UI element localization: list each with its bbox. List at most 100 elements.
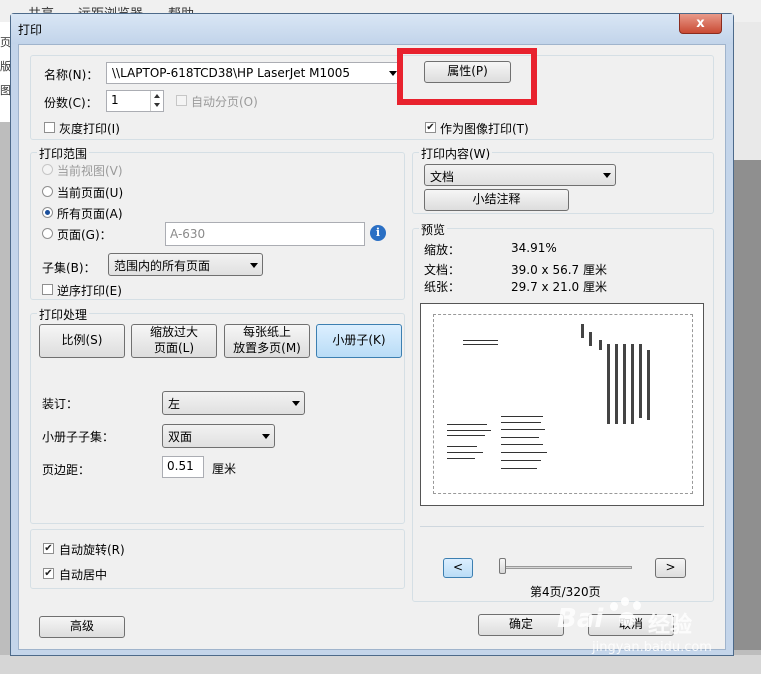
margin-unit: 厘米 — [212, 462, 237, 476]
info-icon[interactable]: i — [370, 225, 386, 241]
print-range-title: 打印范围 — [37, 145, 90, 162]
shrink-button-line1: 缩放过大 — [149, 325, 198, 340]
preview-vertical-text — [639, 344, 642, 418]
printer-select-value: \\LAPTOP-618TCD38\HP LaserJet M1005 — [112, 66, 351, 80]
print-content-select[interactable]: 文档 — [424, 164, 616, 186]
close-button[interactable]: x — [679, 14, 722, 34]
preview-text-line — [501, 468, 537, 469]
collate-checkbox[interactable] — [176, 95, 187, 106]
binding-select[interactable]: 左 — [162, 391, 305, 415]
auto-rotate-checkbox[interactable]: ✔ — [43, 543, 54, 554]
document-size-value: 39.0 x 56.7 厘米 — [511, 263, 607, 277]
background-right-pane — [734, 22, 761, 162]
auto-center-label: 自动居中 — [59, 568, 108, 582]
preview-text-line — [501, 460, 541, 461]
chevron-up-icon[interactable] — [154, 94, 160, 98]
preview-vertical-text — [615, 344, 618, 424]
preview-text-line — [447, 424, 487, 425]
ok-button[interactable]: 确定 — [478, 614, 564, 636]
print-handling-title: 打印处理 — [37, 306, 90, 323]
auto-rotate-label: 自动旋转(R) — [59, 543, 125, 557]
shrink-oversized-button[interactable]: 缩放过大 页面(L) — [131, 324, 217, 358]
all-pages-radio[interactable] — [42, 207, 53, 218]
preview-text-line — [447, 430, 491, 431]
reverse-label: 逆序打印(E) — [57, 284, 122, 298]
preview-divider — [420, 526, 704, 527]
copies-stepper[interactable] — [150, 91, 164, 111]
summarize-comments-button[interactable]: 小结注释 — [424, 189, 569, 211]
pages-label: 页面(G)： — [57, 228, 112, 242]
print-dialog: 打印 x 名称(N)： \\LAPTOP-618TCD38\HP LaserJe… — [10, 13, 734, 656]
preview-title: 预览 — [419, 221, 448, 238]
print-as-image-checkbox[interactable]: ✔ — [425, 122, 436, 133]
auto-center-checkbox[interactable]: ✔ — [43, 568, 54, 579]
chevron-down-icon — [389, 71, 397, 76]
preview-text-line — [447, 452, 483, 453]
preview-text-line — [447, 458, 475, 459]
margin-label: 页边距： — [42, 463, 91, 477]
preview-page-margin — [433, 314, 693, 494]
all-pages-label: 所有页面(A) — [57, 207, 123, 221]
preview-page — [420, 303, 704, 506]
preview-vertical-text — [581, 324, 584, 338]
background-statusbar — [0, 655, 761, 674]
subset-select[interactable]: 范围内的所有页面 — [108, 253, 263, 276]
print-as-image-label: 作为图像打印(T) — [440, 122, 529, 136]
dialog-title: 打印 — [18, 23, 43, 37]
booklet-button[interactable]: 小册子(K) — [316, 324, 402, 358]
multiple-button-line2: 放置多页(M) — [233, 341, 301, 355]
preview-text-line — [463, 344, 498, 345]
advanced-button[interactable]: 高级 — [39, 616, 125, 638]
copies-value: 1 — [111, 93, 119, 107]
shrink-button-line2: 页面(L) — [153, 341, 195, 355]
print-content-value: 文档 — [430, 170, 455, 184]
page-slider-track[interactable] — [502, 566, 632, 569]
preview-text-line — [501, 429, 545, 430]
preview-text-line — [447, 435, 485, 436]
current-view-radio[interactable] — [42, 164, 53, 175]
preview-text-line — [447, 446, 477, 447]
page-slider-thumb[interactable] — [499, 558, 506, 574]
printer-name-label: 名称(N)： — [44, 68, 99, 82]
preview-text-line — [501, 422, 541, 423]
preview-text-line — [501, 416, 543, 417]
chevron-down-icon — [250, 262, 258, 268]
pages-input-value: A-630 — [170, 227, 206, 241]
grayscale-label: 灰度打印(I) — [59, 122, 120, 136]
print-content-title: 打印内容(W) — [419, 145, 493, 162]
booklet-subset-select[interactable]: 双面 — [162, 424, 275, 448]
chevron-down-icon — [262, 434, 270, 439]
chevron-down-icon — [292, 401, 300, 406]
preview-vertical-text — [623, 344, 626, 424]
margin-input[interactable]: 0.51 — [162, 456, 204, 478]
reverse-checkbox[interactable] — [42, 284, 53, 295]
subset-label: 子集(B)： — [42, 261, 96, 275]
preview-text-line — [501, 452, 547, 453]
preview-vertical-text — [599, 340, 602, 350]
background-left-pane: 页 版 图 — [0, 22, 11, 122]
pages-radio[interactable] — [42, 228, 53, 239]
next-page-button[interactable]: > — [655, 558, 686, 578]
subset-value: 范围内的所有页面 — [114, 259, 211, 273]
multiple-pages-button[interactable]: 每张纸上 放置多页(M) — [224, 324, 310, 358]
margin-value: 0.51 — [167, 459, 194, 473]
dialog-titlebar[interactable]: 打印 x — [11, 14, 733, 44]
page-indicator: 第4页/320页 — [530, 585, 601, 599]
booklet-subset-label: 小册子子集： — [42, 430, 115, 444]
binding-label: 装订： — [42, 397, 79, 411]
pages-input[interactable]: A-630 — [165, 222, 365, 246]
preview-vertical-text — [647, 350, 650, 420]
grayscale-checkbox[interactable] — [44, 122, 55, 133]
chevron-down-icon[interactable] — [154, 103, 160, 107]
current-page-radio[interactable] — [42, 186, 53, 197]
dialog-client: 名称(N)： \\LAPTOP-618TCD38\HP LaserJet M10… — [18, 44, 726, 650]
previous-page-button[interactable]: < — [443, 558, 473, 578]
paw-logo-icon — [606, 596, 646, 632]
collate-label: 自动分页(O) — [191, 95, 258, 109]
watermark-brand-cn: 经验 — [648, 613, 693, 638]
scale-button[interactable]: 比例(S) — [39, 324, 125, 358]
watermark-brand: Bai — [557, 604, 604, 634]
preview-text-line — [501, 437, 539, 438]
printer-select[interactable]: \\LAPTOP-618TCD38\HP LaserJet M1005 — [106, 62, 402, 84]
preview-vertical-text — [631, 344, 634, 424]
